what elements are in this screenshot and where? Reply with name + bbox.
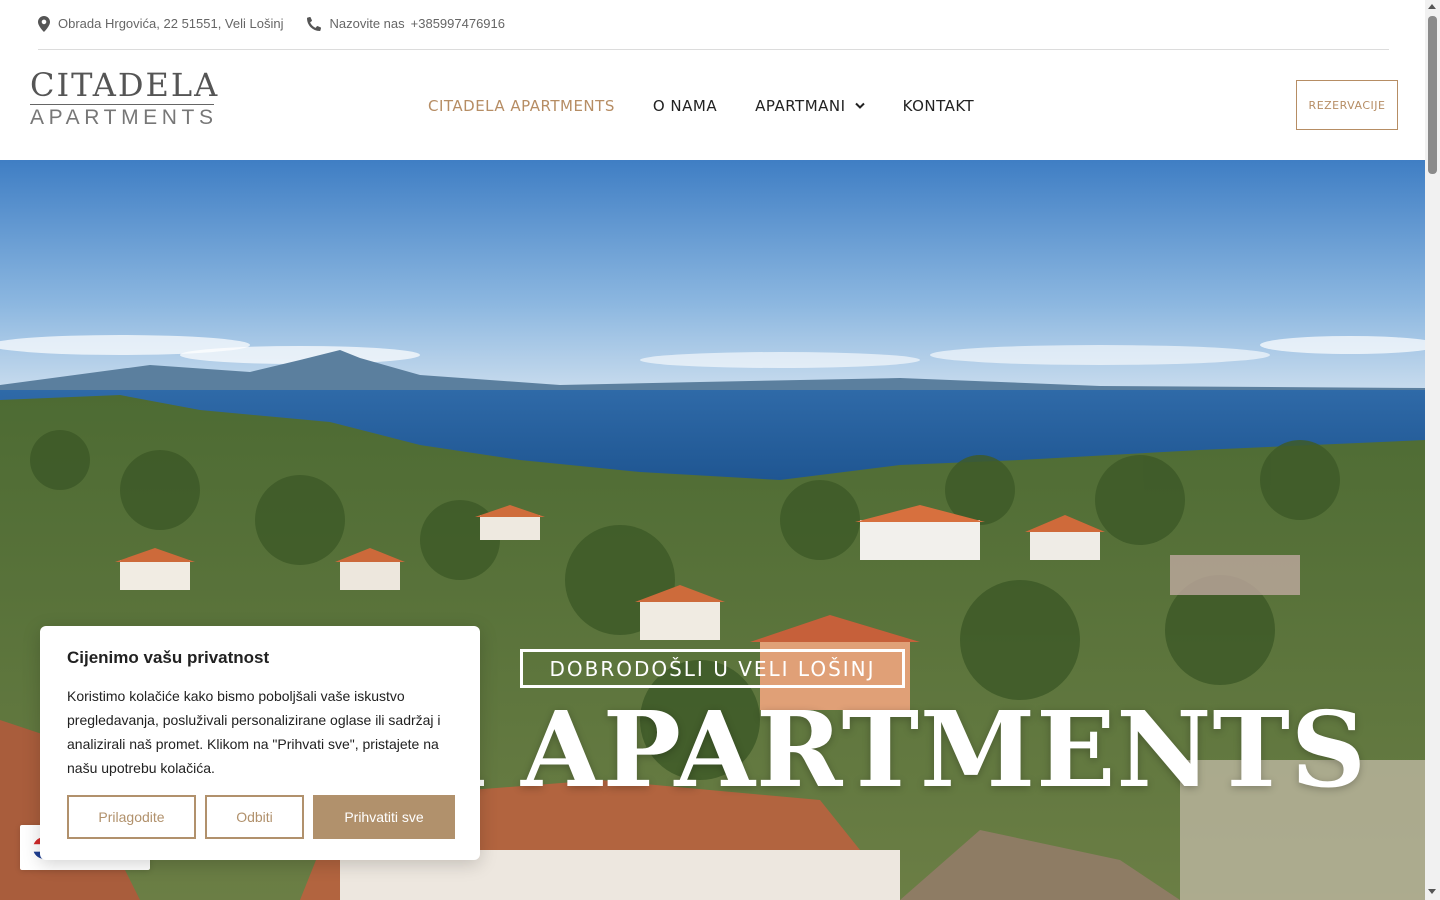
logo-main-text: CITADELA <box>30 66 220 104</box>
main-nav: CITADELA APARTMENTS O NAMA APARTMANI KON… <box>428 51 1012 160</box>
logo-sub-text: APARTMENTS <box>30 104 218 129</box>
reservations-button[interactable]: REZERVACIJE <box>1296 80 1398 130</box>
site-logo[interactable]: CITADELA APARTMENTS <box>30 66 220 130</box>
cookie-consent-banner: Cijenimo vašu privatnost Koristimo kolač… <box>40 626 480 860</box>
scroll-up-arrow-icon[interactable] <box>1428 4 1436 9</box>
address-text: Obrada Hrgovića, 22 51551, Veli Lošinj <box>58 16 284 31</box>
page-scrollbar[interactable] <box>1425 0 1440 900</box>
hero-title: LA APARTMENTS <box>328 688 1367 811</box>
nav-item-apartments-label: APARTMANI <box>755 96 846 115</box>
phone-info[interactable]: Nazovite nas +385997476916 <box>307 16 505 31</box>
scroll-thumb[interactable] <box>1428 16 1437 174</box>
cookie-title: Cijenimo vašu privatnost <box>67 648 270 667</box>
nav-item-home[interactable]: CITADELA APARTMENTS <box>428 97 615 115</box>
address-info: Obrada Hrgovića, 22 51551, Veli Lošinj <box>38 15 284 32</box>
cookie-buttons: Prilagodite Odbiti Prihvatiti sve <box>67 795 455 839</box>
nav-item-contact[interactable]: KONTAKT <box>903 97 975 115</box>
map-pin-icon <box>38 15 50 32</box>
cookie-accept-button[interactable]: Prihvatiti sve <box>313 795 455 839</box>
scroll-down-arrow-icon[interactable] <box>1428 889 1436 894</box>
phone-label: Nazovite nas <box>329 16 405 31</box>
cookie-text: Koristimo kolačiće kako bismo poboljšali… <box>67 688 441 776</box>
phone-icon <box>307 16 322 31</box>
nav-item-apartments[interactable]: APARTMANI <box>755 96 865 115</box>
top-info-bar: Obrada Hrgovića, 22 51551, Veli Lošinj N… <box>0 0 1425 50</box>
cookie-reject-button[interactable]: Odbiti <box>205 795 304 839</box>
welcome-heading: DOBRODOŠLI U VELI LOŠINJ <box>520 649 905 688</box>
chevron-down-icon <box>854 102 865 109</box>
site-header: CITADELA APARTMENTS CITADELA APARTMENTS … <box>0 51 1425 160</box>
nav-item-about[interactable]: O NAMA <box>653 97 717 115</box>
phone-number[interactable]: +385997476916 <box>411 16 505 31</box>
cookie-customize-button[interactable]: Prilagodite <box>67 795 196 839</box>
